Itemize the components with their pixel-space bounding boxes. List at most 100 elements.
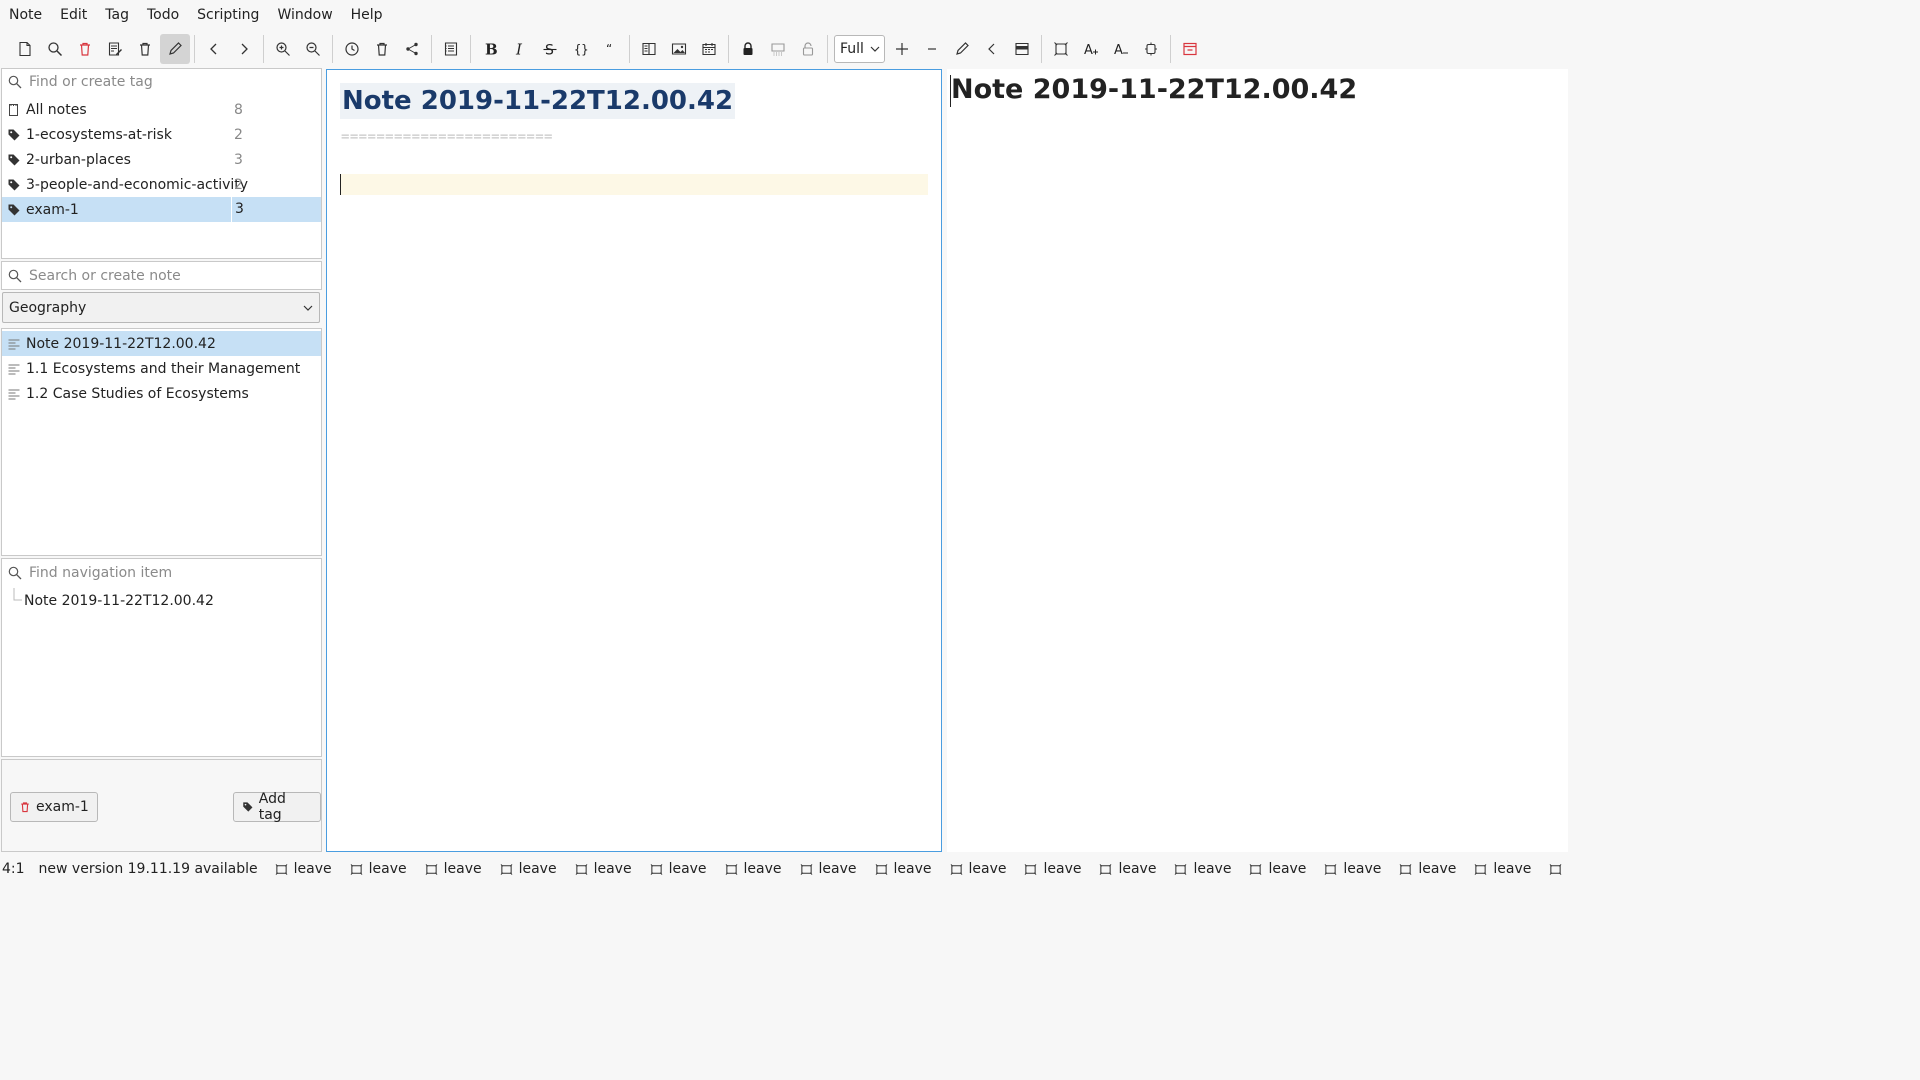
update-message[interactable]: new version 19.11.19 available [39, 861, 258, 877]
menu-scripting[interactable]: Scripting [188, 0, 268, 30]
panel-icon[interactable] [1007, 34, 1037, 64]
leave-item[interactable]: leave [800, 861, 857, 877]
note-item[interactable]: 1.1 Ecosystems and their Management [2, 356, 321, 381]
editor-heading: Note 2019-11-22T12.00.42 [340, 83, 736, 119]
leave-item-label: leave [293, 861, 332, 877]
remove-tag-button[interactable]: exam-1 [10, 792, 98, 822]
leave-item[interactable]: leave [350, 861, 407, 877]
bold-icon[interactable]: B [475, 34, 505, 64]
leave-item[interactable]: leave [275, 861, 332, 877]
pen-icon[interactable] [947, 34, 977, 64]
note-editor[interactable]: Note 2019-11-22T12.00.42 ===============… [326, 69, 942, 852]
tag-icon [8, 154, 20, 165]
tag-item-label: 3-people-and-economic-activity [26, 176, 249, 193]
add-tag-label: Add tag [258, 791, 286, 823]
leave-item-label: leave [1118, 861, 1157, 877]
note-folder-value: Geography [9, 299, 87, 316]
leave-item[interactable]: leave [1099, 861, 1156, 877]
leave-item-label: leave [1343, 861, 1382, 877]
zoom-out-icon[interactable] [298, 34, 328, 64]
leave-item[interactable]: leave [1249, 861, 1306, 877]
leave-item[interactable]: leave [1549, 861, 1568, 877]
menu-note[interactable]: Note [0, 0, 51, 30]
fullscreen-icon[interactable] [1046, 34, 1076, 64]
reset-font-icon[interactable] [1136, 34, 1166, 64]
tag-item-2-urban-places[interactable]: 2-urban-places 3 [2, 147, 321, 172]
zoom-in-icon[interactable] [268, 34, 298, 64]
add-icon[interactable] [887, 34, 917, 64]
menu-todo[interactable]: Todo [138, 0, 188, 30]
encrypt-icon[interactable] [763, 34, 793, 64]
back-icon[interactable] [199, 34, 229, 64]
remove-icon[interactable] [917, 34, 947, 64]
share-icon[interactable] [397, 34, 427, 64]
leave-icon [500, 863, 512, 875]
leave-item[interactable]: leave [875, 861, 932, 877]
history-clock-icon[interactable] [337, 34, 367, 64]
leave-item[interactable]: leave [575, 861, 632, 877]
lock-icon[interactable] [733, 34, 763, 64]
leave-item[interactable]: leave [1174, 861, 1231, 877]
leave-item-label: leave [1193, 861, 1232, 877]
leave-item[interactable]: leave [1024, 861, 1081, 877]
leave-icon [1325, 863, 1337, 875]
search-icon [8, 75, 22, 89]
delete-icon[interactable] [367, 34, 397, 64]
search-icon [8, 566, 22, 580]
leave-item[interactable]: leave [425, 861, 482, 877]
quote-icon[interactable]: “ [595, 34, 625, 64]
remove-note-icon[interactable] [70, 34, 100, 64]
insert-date-icon[interactable] [694, 34, 724, 64]
table-of-contents-icon[interactable] [436, 34, 466, 64]
leave-item[interactable]: leave [650, 861, 707, 877]
leave-item-label: leave [1268, 861, 1307, 877]
tag-item-3-people-and-economic-activity[interactable]: 3-people-and-economic-activity 2 [2, 172, 321, 197]
menu-bar: Note Edit Tag Todo Scripting Window Help [0, 0, 1568, 30]
new-note-icon[interactable] [10, 34, 40, 64]
edit-mode-icon[interactable] [160, 34, 190, 64]
note-history-icon[interactable] [100, 34, 130, 64]
navigation-item[interactable]: Note 2019-11-22T12.00.42 [2, 588, 321, 613]
close-window-icon[interactable] [1175, 34, 1205, 64]
note-folder-select[interactable]: Geography [2, 292, 320, 323]
strikethrough-icon[interactable]: S [535, 34, 565, 64]
note-item[interactable]: Note 2019-11-22T12.00.42 [2, 331, 321, 356]
leave-item[interactable]: leave [725, 861, 782, 877]
tag-item-label: exam-1 [26, 201, 79, 218]
leave-item[interactable]: leave [950, 861, 1006, 877]
leave-item[interactable]: leave [1324, 861, 1381, 877]
tag-item-exam-1[interactable]: exam-1 3 [2, 197, 321, 222]
menu-window[interactable]: Window [268, 0, 341, 30]
note-search-input[interactable] [29, 268, 299, 284]
leave-item[interactable]: leave [500, 861, 557, 877]
toolbar-separator [470, 35, 471, 63]
decrease-font-icon[interactable]: A [1106, 34, 1136, 64]
split-view-icon[interactable] [634, 34, 664, 64]
trash-icon[interactable] [130, 34, 160, 64]
menu-tag[interactable]: Tag [96, 0, 138, 30]
unlock-icon[interactable] [793, 34, 823, 64]
leave-item[interactable]: leave [1399, 861, 1456, 877]
leave-icon [425, 863, 438, 875]
increase-font-icon[interactable]: A [1076, 34, 1106, 64]
add-tag-button[interactable]: Add tag [233, 791, 321, 823]
code-icon[interactable]: {} [565, 34, 595, 64]
note-item[interactable]: 1.2 Case Studies of Ecosystems [2, 381, 321, 406]
tag-search-input[interactable] [29, 74, 299, 90]
note-search [1, 261, 322, 290]
menu-help[interactable]: Help [342, 0, 392, 30]
forward-icon[interactable] [229, 34, 259, 64]
tag-item-1-ecosystems-at-risk[interactable]: 1-ecosystems-at-risk 2 [2, 122, 321, 147]
tag-item-all-notes[interactable]: All notes 8 [2, 97, 321, 122]
leave-item[interactable]: leave [1474, 861, 1531, 877]
search-note-icon[interactable] [40, 34, 70, 64]
menu-edit[interactable]: Edit [51, 0, 96, 30]
insert-image-icon[interactable] [664, 34, 694, 64]
view-mode-select[interactable]: Full [834, 35, 885, 63]
chevron-left-icon[interactable] [977, 34, 1007, 64]
italic-icon[interactable]: I [505, 34, 535, 64]
editor-caret [340, 174, 341, 195]
trash-icon [21, 802, 29, 813]
navigation-search-input[interactable] [29, 565, 299, 581]
svg-text:{}: {} [574, 43, 588, 57]
